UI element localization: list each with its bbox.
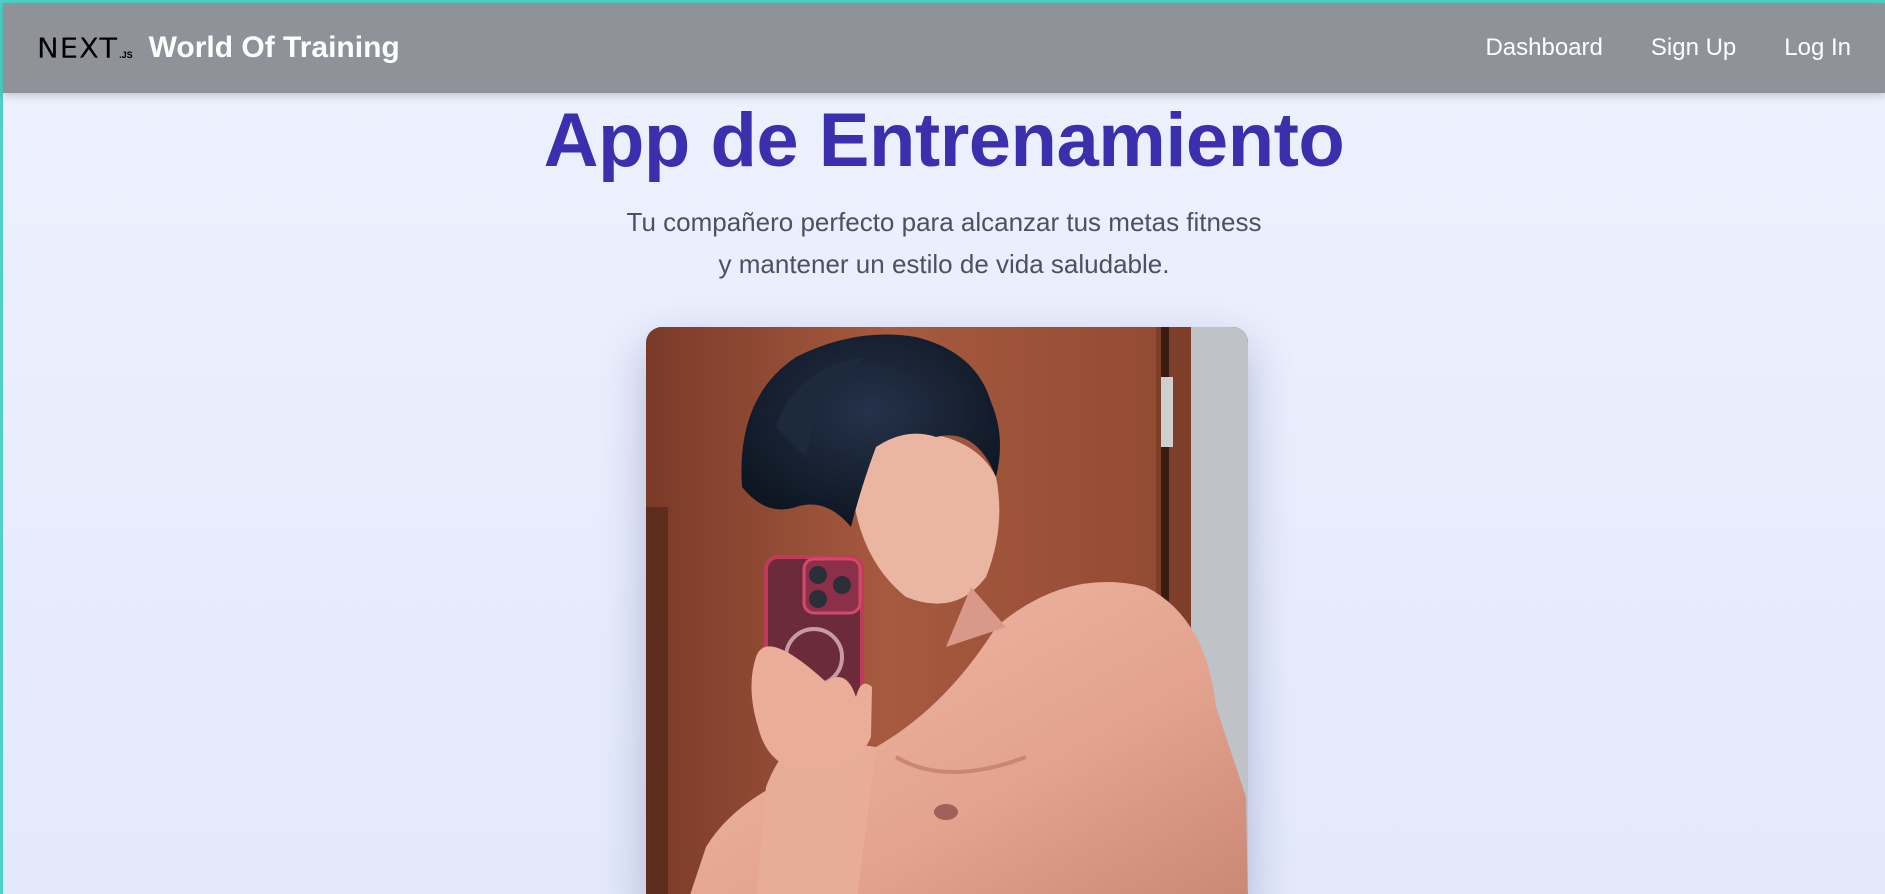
brand-title: World Of Training	[148, 31, 400, 64]
nextjs-logo: NEXT .JS	[37, 34, 133, 63]
hero-subtitle: Tu compañero perfecto para alcanzar tus …	[3, 201, 1885, 285]
nav-link-log-in[interactable]: Log In	[1784, 34, 1851, 62]
hero-subtitle-line-1: Tu compañero perfecto para alcanzar tus …	[626, 207, 1262, 237]
nextjs-logo-suffix: .JS	[119, 49, 133, 60]
nav-links: Dashboard Sign Up Log In	[1485, 34, 1851, 62]
mirror-selfie-illustration	[646, 327, 1248, 894]
brand-home-link[interactable]: NEXT .JS World Of Training	[37, 31, 400, 65]
nav-link-sign-up[interactable]: Sign Up	[1651, 34, 1736, 62]
hero-photo	[646, 327, 1248, 894]
top-navbar: NEXT .JS World Of Training Dashboard Sig…	[3, 3, 1885, 93]
nextjs-logo-text: NEXT	[37, 31, 119, 64]
hero-subtitle-line-2: y mantener un estilo de vida saludable.	[718, 249, 1170, 279]
hero-title: App de Entrenamiento	[543, 98, 1345, 183]
nav-link-dashboard[interactable]: Dashboard	[1485, 34, 1602, 62]
